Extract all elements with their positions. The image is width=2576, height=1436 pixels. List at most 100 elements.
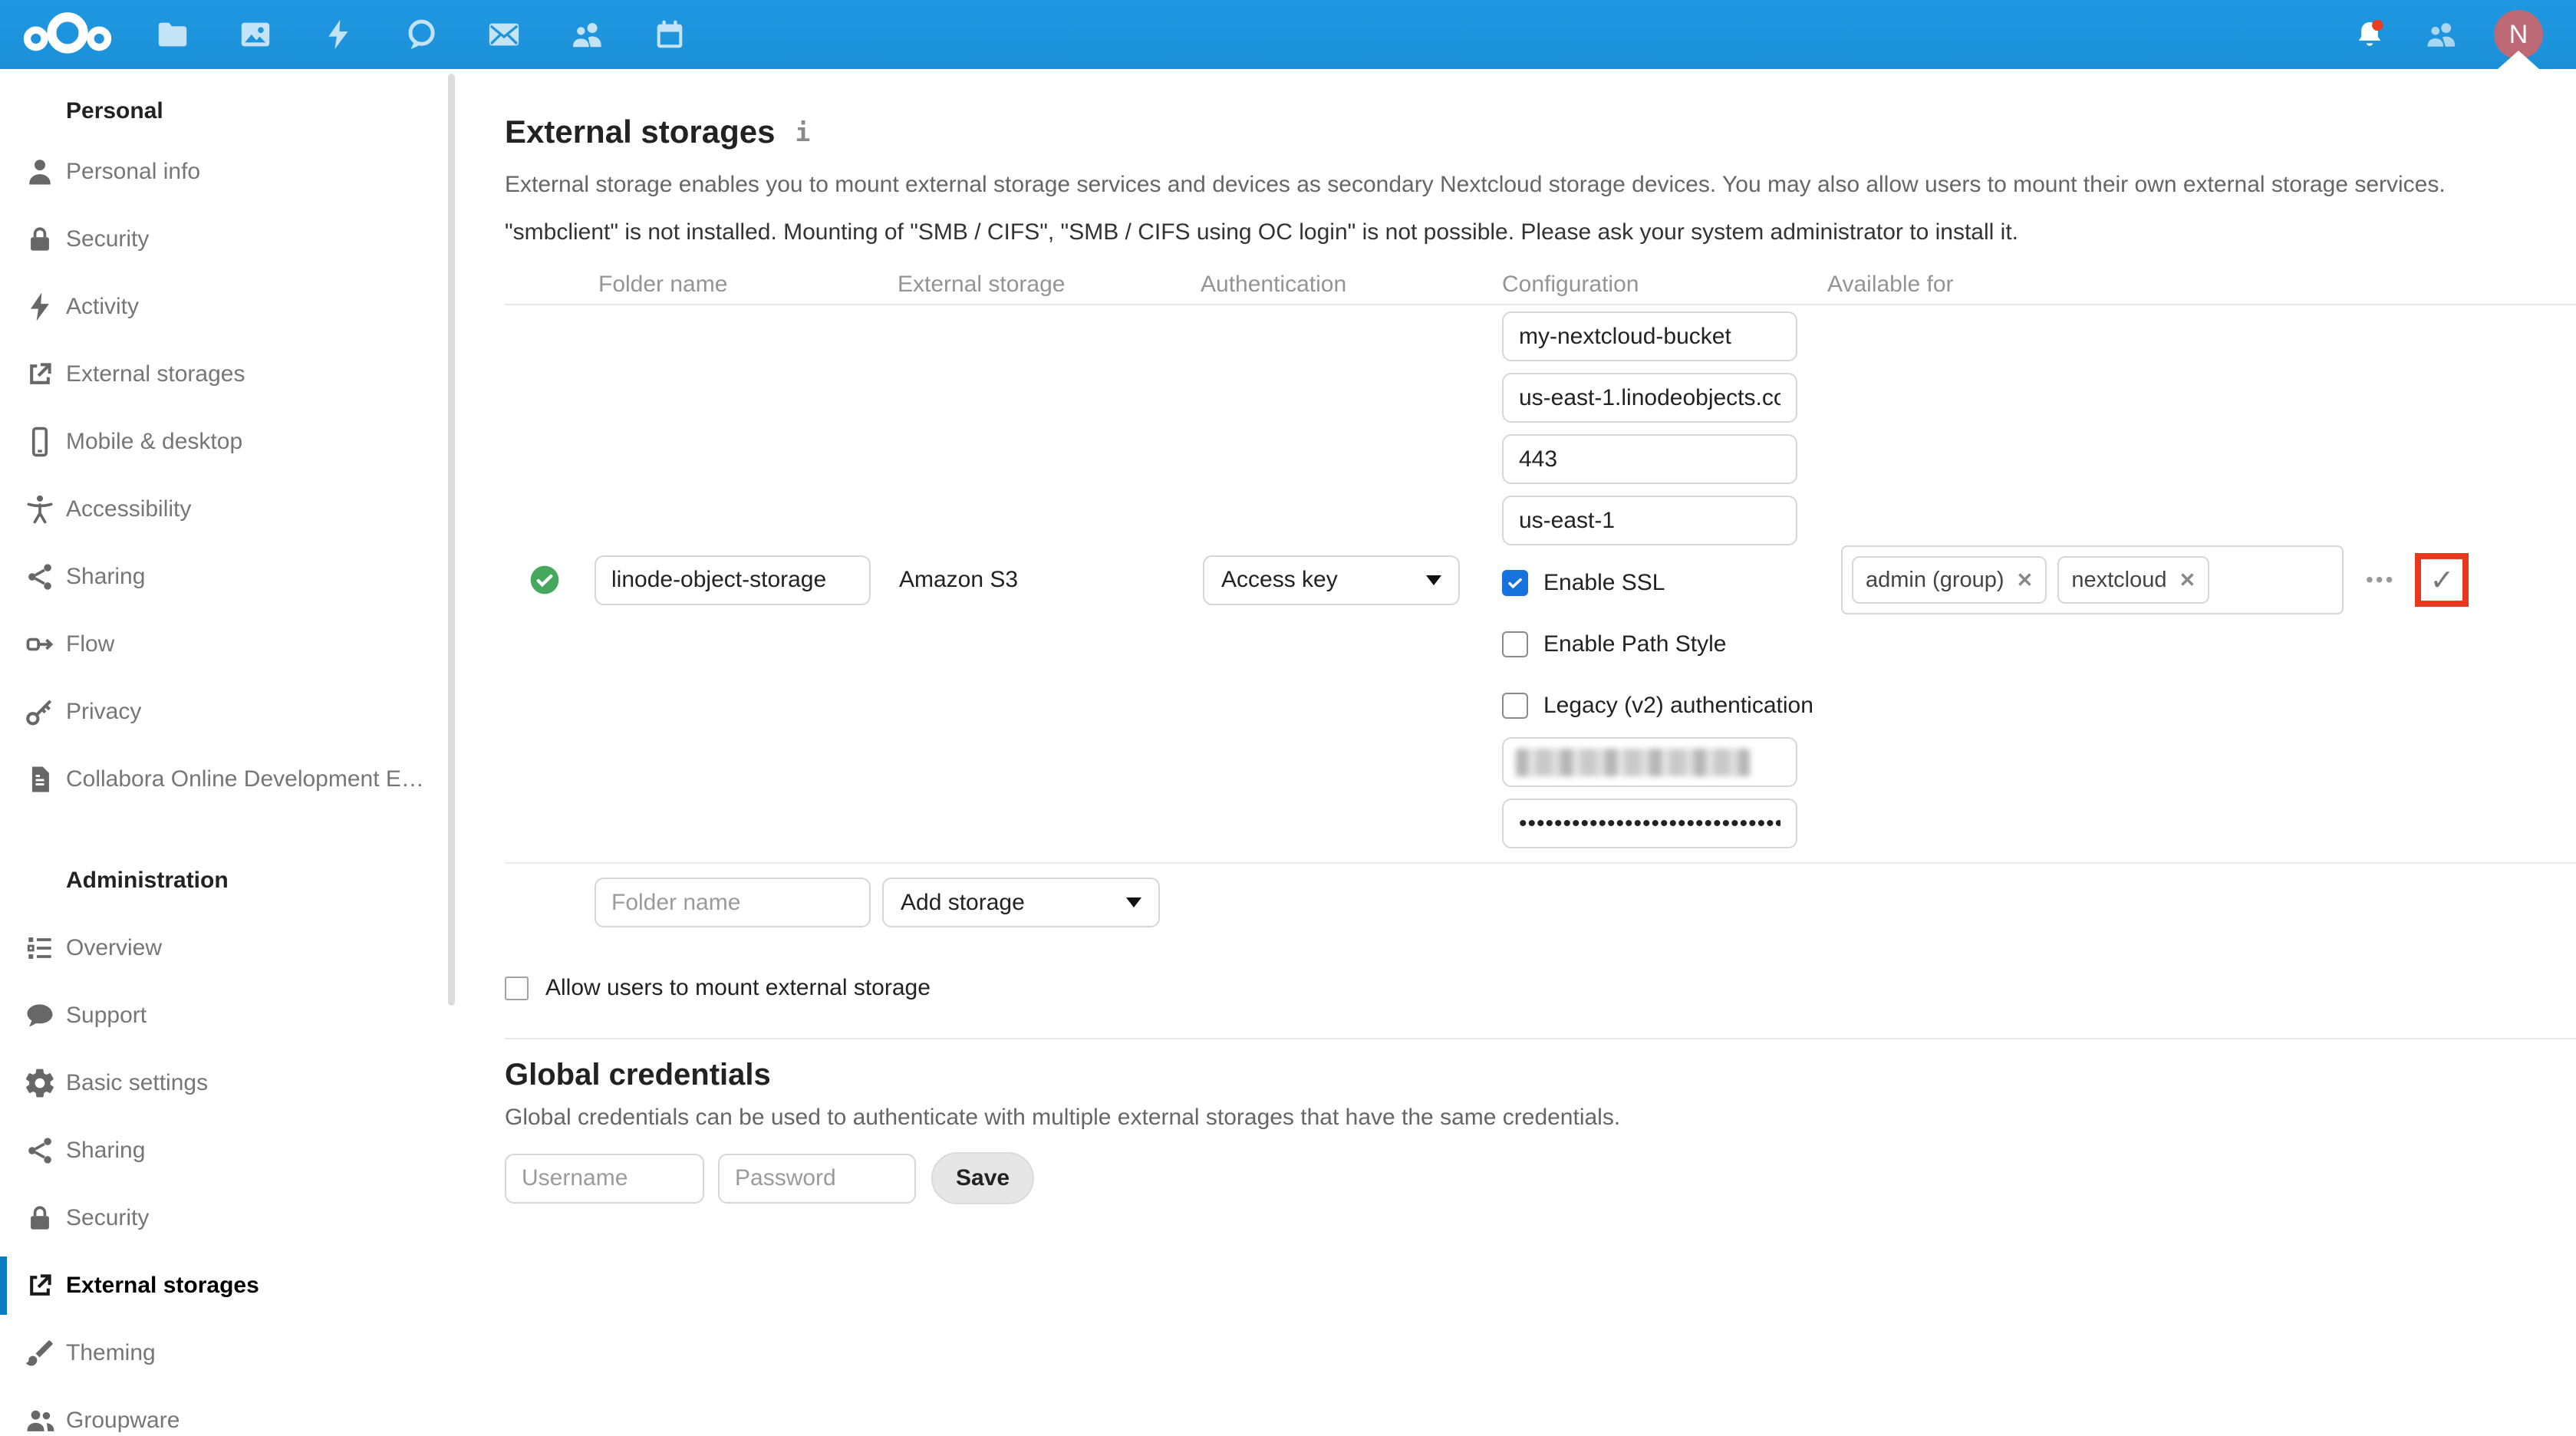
photos-app-icon[interactable] (238, 17, 273, 52)
remove-chip-icon[interactable]: ✕ (2179, 568, 2196, 592)
region-input[interactable] (1502, 496, 1797, 545)
new-folder-name-input[interactable] (595, 878, 871, 927)
info-icon[interactable]: i (796, 117, 811, 147)
global-credentials-form: Save (505, 1152, 2576, 1204)
enable-path-style-checkbox[interactable] (1502, 631, 1528, 657)
avatar-menu-caret (2498, 51, 2539, 69)
chat-bubble-icon (23, 999, 57, 1033)
enable-path-style-checkbox-row[interactable]: Enable Path Style (1502, 631, 1824, 657)
sidebar-item-security-personal[interactable]: Security (0, 206, 456, 273)
nextcloud-logo-icon[interactable] (21, 8, 114, 61)
sidebar-item-security-admin[interactable]: Security (0, 1184, 456, 1252)
allow-user-mounting-label: Allow users to mount external storage (545, 975, 931, 1001)
sidebar-item-accessibility[interactable]: Accessibility (0, 476, 456, 543)
sidebar-item-external-storages-admin[interactable]: External storages (0, 1252, 456, 1319)
hostname-input[interactable] (1502, 373, 1797, 423)
add-storage-row: Add storage (505, 864, 2576, 927)
sidebar-item-personal-info[interactable]: Personal info (0, 138, 456, 206)
contacts-app-icon[interactable] (569, 17, 604, 52)
status-column-header (505, 272, 595, 304)
avatar-letter: N (2509, 20, 2528, 50)
port-input[interactable] (1502, 434, 1797, 484)
sidebar-item-groupware[interactable]: Groupware (0, 1387, 456, 1436)
smbclient-warning-text: "smbclient" is not installed. Mounting o… (505, 219, 2576, 245)
legacy-auth-checkbox[interactable] (1502, 693, 1528, 719)
sidebar-scrollbar[interactable] (448, 74, 455, 1006)
save-button[interactable]: Save (931, 1152, 1034, 1204)
sidebar-item-support[interactable]: Support (0, 982, 456, 1049)
mail-app-icon[interactable] (486, 17, 522, 52)
smartphone-icon (23, 425, 57, 459)
people-icon (23, 1404, 57, 1436)
chevron-down-icon (1126, 898, 1141, 907)
global-username-input[interactable] (505, 1154, 704, 1204)
authentication-selected-value: Access key (1221, 567, 1338, 593)
sidebar-item-basic-settings[interactable]: Basic settings (0, 1049, 456, 1117)
secret-key-input[interactable] (1502, 799, 1797, 848)
chip-label: nextcloud (2071, 568, 2166, 593)
remove-chip-icon[interactable]: ✕ (2017, 568, 2034, 592)
files-app-icon[interactable] (155, 17, 190, 52)
notifications-bell-icon[interactable] (2353, 18, 2387, 51)
add-storage-selected-value: Add storage (901, 890, 1025, 916)
legacy-auth-label: Legacy (v2) authentication (1543, 693, 1813, 719)
allow-user-mounting-checkbox[interactable] (505, 977, 529, 1000)
intro-text: External storage enables you to mount ex… (505, 172, 2576, 198)
sidebar-item-privacy[interactable]: Privacy (0, 678, 456, 746)
available-for-chip-nextcloud[interactable]: nextcloud ✕ (2057, 556, 2209, 604)
share-icon (23, 1134, 57, 1168)
page-title: External storages i (505, 114, 2576, 150)
authentication-select[interactable]: Access key (1203, 555, 1460, 605)
section-divider (505, 1038, 2576, 1039)
enable-ssl-checkbox[interactable] (1502, 570, 1528, 596)
sidebar-item-activity[interactable]: Activity (0, 273, 456, 341)
chevron-down-icon (1426, 575, 1441, 585)
save-storage-button-annotation-highlight[interactable]: ✓ (2415, 553, 2469, 607)
external-storage-column-header: External storage (898, 272, 1189, 304)
available-for-input[interactable]: admin (group) ✕ nextcloud ✕ (1841, 545, 2344, 614)
activity-app-icon[interactable] (321, 17, 356, 52)
accessibility-icon (23, 492, 57, 526)
app-launcher (155, 17, 687, 52)
calendar-app-icon[interactable] (652, 17, 687, 52)
document-icon (23, 762, 57, 796)
sidebar-item-theming[interactable]: Theming (0, 1319, 456, 1387)
share-icon (23, 560, 57, 594)
add-storage-select[interactable]: Add storage (882, 878, 1160, 927)
global-credentials-section: Global credentials Global credentials ca… (505, 1058, 2576, 1204)
settings-sidebar: Personal Personal info Security Activity… (0, 69, 456, 1436)
lock-icon (23, 1201, 57, 1235)
sidebar-item-sharing-admin[interactable]: Sharing (0, 1117, 456, 1184)
flow-icon (23, 627, 57, 661)
sidebar-section-personal: Personal (0, 84, 456, 138)
chip-label: admin (group) (1866, 568, 2004, 593)
sidebar-item-collabora[interactable]: Collabora Online Development Edit… (0, 746, 456, 813)
contacts-menu-icon[interactable] (2423, 18, 2457, 51)
legacy-auth-checkbox-row[interactable]: Legacy (v2) authentication (1502, 693, 1824, 719)
page-title-text: External storages (505, 114, 776, 150)
sidebar-item-flow[interactable]: Flow (0, 611, 456, 678)
key-icon (23, 695, 57, 729)
external-storage-type-label: Amazon S3 (898, 567, 1018, 593)
access-key-input[interactable] (1502, 737, 1797, 787)
storage-ok-status-icon (529, 565, 560, 595)
sidebar-item-overview[interactable]: Overview (0, 914, 456, 982)
paint-brush-icon (23, 1336, 57, 1370)
available-for-chip-admin-group[interactable]: admin (group) ✕ (1852, 556, 2047, 604)
redacted-access-key-value (1516, 749, 1750, 776)
configuration-cell: Enable SSL Enable Path Style Legacy (v2)… (1487, 311, 1824, 848)
enable-ssl-checkbox-row[interactable]: Enable SSL (1502, 570, 1824, 596)
sidebar-item-sharing-personal[interactable]: Sharing (0, 543, 456, 611)
global-password-input[interactable] (718, 1154, 916, 1204)
allow-user-mounting-row[interactable]: Allow users to mount external storage (505, 975, 2576, 1001)
talk-app-icon[interactable] (404, 17, 439, 52)
external-storages-settings: External storages i External storage ena… (456, 69, 2576, 1436)
more-options-button[interactable]: ••• (2366, 568, 2395, 592)
bucket-name-input[interactable] (1502, 311, 1797, 361)
row-status-cell (505, 311, 595, 848)
sidebar-item-external-storages-personal[interactable]: External storages (0, 341, 456, 408)
global-credentials-title: Global credentials (505, 1058, 2576, 1092)
sidebar-item-mobile-desktop[interactable]: Mobile & desktop (0, 408, 456, 476)
folder-name-input[interactable] (595, 555, 871, 605)
folder-name-column-header: Folder name (595, 272, 898, 304)
